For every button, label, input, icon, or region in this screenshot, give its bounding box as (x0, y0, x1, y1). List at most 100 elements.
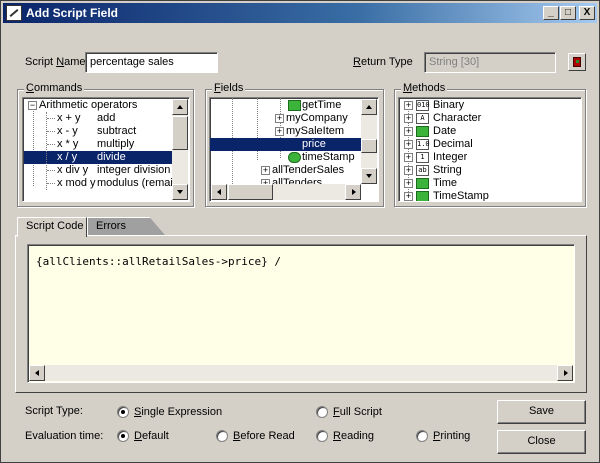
command-description: integer division ( (97, 164, 178, 176)
book-icon (573, 57, 581, 67)
expand-icon[interactable]: + (261, 166, 270, 175)
expand-icon[interactable]: + (404, 127, 413, 136)
fields-label: Fields (212, 82, 246, 94)
maximize-button[interactable]: □ (560, 6, 576, 20)
scroll-down-button[interactable] (361, 168, 377, 184)
method-item[interactable]: Character (433, 112, 481, 125)
method-item[interactable]: Date (433, 125, 456, 138)
scroll-right-button[interactable] (345, 184, 361, 200)
field-item[interactable]: timeStamp (302, 151, 355, 164)
command-description: divide (97, 151, 126, 163)
evaluation-time-label: Evaluation time: (25, 430, 104, 442)
radio-button[interactable] (117, 430, 129, 442)
method-item[interactable]: String (433, 164, 462, 177)
expand-icon[interactable]: + (404, 140, 413, 149)
return-type-button[interactable] (568, 53, 586, 71)
radio-button[interactable] (316, 430, 328, 442)
editor-hscroll[interactable] (29, 365, 573, 381)
script-type-label: Script Type: (25, 405, 83, 417)
command-description: subtract (97, 125, 137, 137)
radio-label: Before Read (233, 430, 295, 442)
add-script-field-dialog: Add Script Field _ □ X Script Name perce… (0, 0, 600, 463)
timestamp-type-icon (416, 191, 429, 201)
command-description: modulus (remain (97, 177, 179, 189)
character-type-icon: A (416, 113, 429, 124)
methods-tree[interactable]: +010 Binary + A Character + Date +1.0 Decimal +1 I… (398, 97, 582, 202)
expand-icon[interactable]: + (404, 192, 413, 201)
command-description: add (97, 112, 116, 124)
methods-label: Methods (401, 82, 448, 94)
fields-hscroll[interactable] (211, 184, 361, 200)
field-item[interactable]: myCompany (286, 112, 348, 125)
tab-errors[interactable]: Errors (87, 217, 165, 235)
field-item[interactable]: mySaleItem (286, 125, 344, 138)
time-type-icon (416, 178, 429, 189)
save-button[interactable]: Save (497, 400, 586, 424)
radio-label: Full Script (333, 406, 382, 418)
decimal-type-icon: 1.0 (416, 139, 430, 150)
field-item[interactable]: getTime (302, 99, 341, 112)
commands-root[interactable]: Arithmetic operators (39, 99, 137, 112)
scroll-down-button[interactable] (172, 184, 188, 200)
collapse-icon[interactable]: − (28, 101, 37, 110)
fields-tree[interactable]: getTime+myCompany+mySaleItem1.0pricetime… (209, 97, 379, 202)
expand-icon[interactable]: + (404, 101, 413, 110)
command-description: multiply (97, 138, 135, 150)
binary-type-icon: 010 (416, 100, 430, 111)
integer-type-icon: 1 (416, 152, 429, 163)
tab-script-code[interactable]: Script Code (17, 217, 87, 237)
return-type-label: Return Type (353, 56, 413, 68)
radio-label: Default (134, 430, 169, 442)
command-expression: x * y (57, 138, 79, 150)
timestamp-icon (288, 152, 301, 163)
script-name-input[interactable]: percentage sales (85, 52, 218, 73)
expand-icon[interactable]: + (275, 114, 284, 123)
radio-button[interactable] (117, 406, 129, 418)
field-item[interactable]: price (210, 138, 362, 151)
scroll-left-button[interactable] (29, 365, 45, 381)
scroll-thumb[interactable] (361, 139, 377, 153)
expand-icon[interactable]: + (404, 179, 413, 188)
scroll-thumb[interactable] (172, 116, 188, 150)
tree-line (46, 112, 47, 190)
scroll-right-button[interactable] (557, 365, 573, 381)
radio-button[interactable] (316, 406, 328, 418)
window-title: Add Script Field (26, 6, 119, 20)
commands-vscroll[interactable] (172, 99, 188, 200)
scroll-up-button[interactable] (361, 99, 377, 115)
command-expression: x mod y (57, 177, 96, 189)
expand-icon[interactable]: + (404, 114, 413, 123)
method-item[interactable]: Integer (433, 151, 467, 164)
app-icon (6, 5, 22, 21)
commands-label: Commands (24, 82, 85, 94)
radio-button[interactable] (416, 430, 428, 442)
expand-icon[interactable]: + (275, 127, 284, 136)
script-name-label: Script Name (25, 56, 86, 68)
scroll-up-button[interactable] (172, 99, 188, 115)
radio-button[interactable] (216, 430, 228, 442)
title-bar[interactable]: Add Script Field _ □ X (3, 3, 597, 23)
minimize-button[interactable]: _ (543, 6, 559, 20)
method-item[interactable]: Decimal (433, 138, 473, 151)
date-type-icon (416, 126, 429, 137)
scroll-left-button[interactable] (211, 184, 227, 200)
code-text[interactable]: {allClients::allRetailSales->price} / (36, 255, 281, 268)
clock-icon (288, 100, 301, 111)
radio-label: Reading (333, 430, 374, 442)
scroll-thumb[interactable] (228, 184, 273, 200)
close-window-button[interactable]: X (579, 6, 595, 20)
commands-tree[interactable]: − Arithmetic operators x + y add x - y subt… (22, 97, 190, 202)
close-button[interactable]: Close (497, 430, 586, 454)
return-type-field: String [30] (424, 52, 556, 73)
command-expression: x div y (57, 164, 89, 176)
fields-vscroll[interactable] (361, 99, 377, 184)
method-item[interactable]: TimeStamp (433, 190, 489, 201)
code-editor[interactable]: {allClients::allRetailSales->price} / (27, 244, 575, 383)
field-item[interactable]: allTenderSales (272, 164, 344, 177)
method-item[interactable]: Binary (433, 99, 464, 112)
method-item[interactable]: Time (433, 177, 457, 190)
command-expression: x - y (57, 125, 78, 137)
expand-icon[interactable]: + (404, 166, 413, 175)
expand-icon[interactable]: + (404, 153, 413, 162)
command-expression: x + y (57, 112, 81, 124)
